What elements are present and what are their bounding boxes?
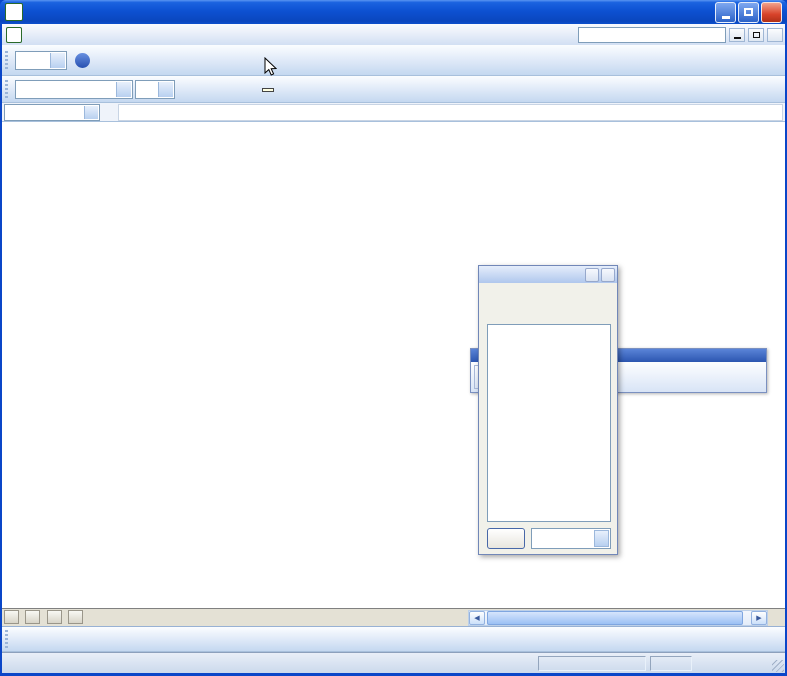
resize-grip[interactable] bbox=[772, 660, 784, 672]
add-field-button[interactable] bbox=[487, 528, 525, 549]
formula-bar bbox=[2, 103, 785, 122]
name-box[interactable] bbox=[4, 103, 100, 121]
horizontal-scroll-thumb[interactable] bbox=[487, 611, 743, 625]
close-button[interactable] bbox=[761, 1, 782, 23]
excel-app-icon bbox=[5, 3, 23, 21]
menu-bar bbox=[2, 24, 785, 45]
question-box[interactable] bbox=[578, 26, 726, 43]
chevron-down-icon bbox=[594, 530, 609, 547]
status-bar bbox=[2, 652, 785, 673]
formatting-toolbar bbox=[2, 76, 785, 103]
window-close-button[interactable] bbox=[767, 27, 783, 42]
field-list bbox=[487, 324, 611, 522]
zoom-combo[interactable] bbox=[15, 50, 67, 70]
status-sum bbox=[538, 656, 646, 671]
chevron-down-icon bbox=[84, 105, 98, 119]
close-icon[interactable] bbox=[601, 267, 615, 282]
help-button[interactable] bbox=[71, 49, 94, 71]
scroll-right-button[interactable]: ▶ bbox=[751, 611, 767, 625]
chevron-down-icon[interactable] bbox=[585, 267, 599, 282]
chevron-down-icon bbox=[158, 81, 173, 97]
chevron-down-icon bbox=[50, 52, 65, 68]
scroll-left-button[interactable]: ◀ bbox=[469, 611, 485, 625]
pivot-field-list-window bbox=[478, 265, 618, 555]
area-selector-combo[interactable] bbox=[531, 528, 611, 549]
horizontal-scrollbar[interactable]: ◀ ▶ bbox=[468, 610, 768, 626]
mouse-cursor bbox=[264, 57, 277, 76]
chevron-down-icon bbox=[116, 81, 131, 97]
field-list-title-bar[interactable] bbox=[479, 266, 617, 283]
autoshape-menu-button[interactable] bbox=[34, 628, 55, 650]
toolbar-grip[interactable] bbox=[5, 51, 8, 69]
status-numlock bbox=[650, 656, 692, 671]
help-icon bbox=[75, 52, 90, 68]
tab-scroll-last-button[interactable] bbox=[68, 610, 84, 624]
window-restore-button[interactable] bbox=[748, 27, 764, 42]
window-minimize-button[interactable] bbox=[729, 27, 745, 42]
drawing-toolbar bbox=[2, 626, 785, 652]
workbook-icon bbox=[6, 26, 22, 43]
minimize-button[interactable] bbox=[715, 1, 736, 23]
formula-content[interactable] bbox=[118, 103, 783, 121]
tab-scroll-first-button[interactable] bbox=[4, 610, 19, 624]
shape-adjust-menu-button[interactable] bbox=[13, 628, 34, 650]
title-bar bbox=[0, 0, 787, 24]
toolbar-grip[interactable] bbox=[5, 80, 8, 98]
tab-scroll-next-button[interactable] bbox=[46, 610, 62, 624]
font-size-combo[interactable] bbox=[135, 79, 175, 99]
tab-scroll-prev-button[interactable] bbox=[25, 610, 41, 624]
tooltip bbox=[262, 88, 274, 92]
sheet-tab-bar: ◀ ▶ bbox=[2, 608, 785, 626]
maximize-button[interactable] bbox=[738, 1, 759, 23]
font-name-combo[interactable] bbox=[15, 79, 133, 99]
toolbar-grip[interactable] bbox=[5, 630, 8, 648]
standard-toolbar bbox=[2, 45, 785, 76]
